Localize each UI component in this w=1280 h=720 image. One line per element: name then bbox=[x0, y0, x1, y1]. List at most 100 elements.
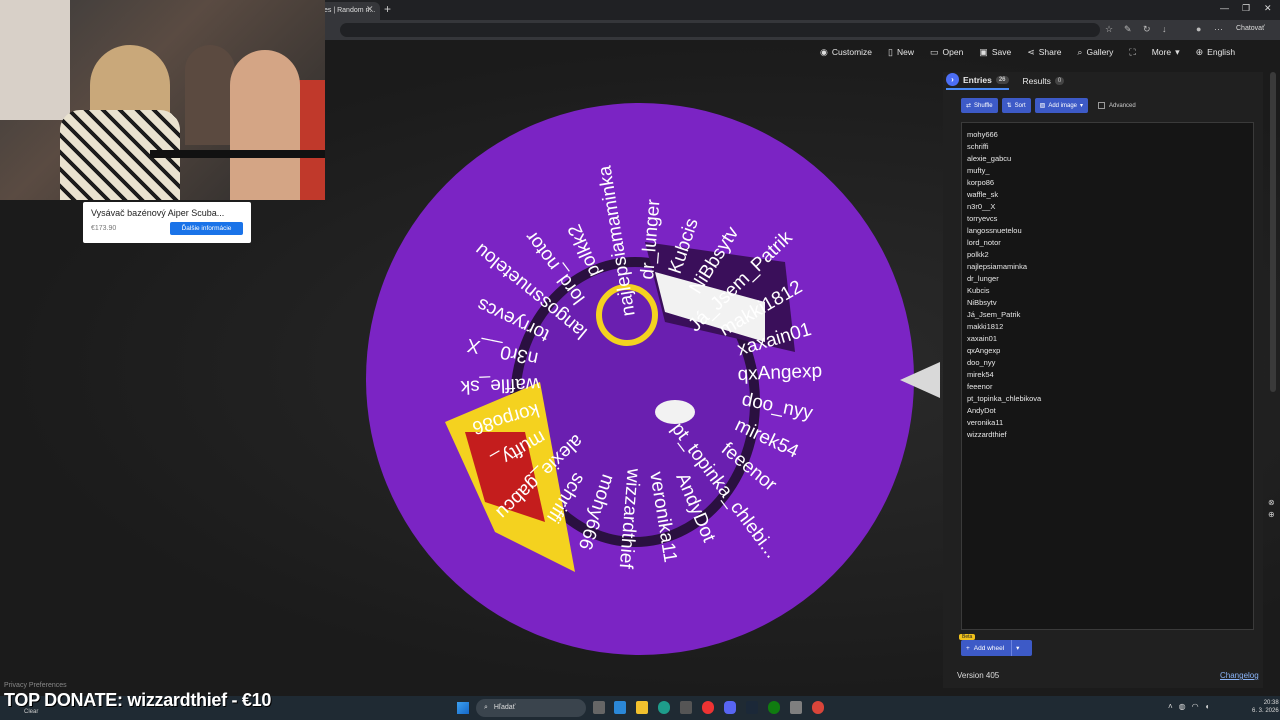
shuffle-label: Shuffle bbox=[974, 102, 993, 109]
divider bbox=[1011, 640, 1013, 656]
new-label: New bbox=[896, 47, 914, 57]
customize-label: Customize bbox=[831, 47, 873, 57]
entry-line: korpo86 bbox=[967, 178, 995, 187]
checkbox-icon[interactable] bbox=[1098, 102, 1106, 109]
advanced-checkbox[interactable]: Advanced bbox=[1098, 98, 1136, 113]
entry-line: Já_Jsem_Patrik bbox=[967, 310, 1021, 319]
wheel-label: waffle_sk bbox=[460, 373, 541, 397]
fullscreen-button[interactable]: ⛶ bbox=[1129, 45, 1135, 59]
taskbar-search[interactable]: ⌕ Hľadať bbox=[476, 699, 586, 717]
search-icon: ⌕ bbox=[484, 704, 488, 711]
shuffle-icon: ⇄ bbox=[966, 103, 972, 109]
add-wheel-button[interactable]: + Add wheel ▾ bbox=[961, 640, 1032, 656]
menu-dots-icon[interactable]: ⋯ bbox=[1214, 24, 1223, 35]
close-tab-icon[interactable]: ✕ bbox=[366, 4, 374, 15]
chrome-icon[interactable] bbox=[812, 701, 824, 714]
add-image-label: Add image bbox=[1048, 102, 1078, 109]
wifi-icon[interactable]: ◠ bbox=[1192, 702, 1199, 711]
edge-icon[interactable] bbox=[658, 701, 670, 714]
share-label: Share bbox=[1038, 47, 1062, 57]
share-button[interactable]: ⋖ Share bbox=[1027, 45, 1061, 59]
entry-line: mirek54 bbox=[967, 370, 994, 379]
entry-line: qxAngexp bbox=[967, 346, 1001, 355]
close-window-icon[interactable]: ✕ bbox=[1264, 3, 1272, 14]
wheel-graphic[interactable]: mohy666schriffialexie_gabcumufty_korpo86… bbox=[365, 102, 915, 657]
customize-button[interactable]: ◉ Customize bbox=[820, 45, 872, 59]
gallery-label: Gallery bbox=[1086, 47, 1114, 57]
discord-icon[interactable] bbox=[724, 701, 736, 714]
close-icon[interactable]: ⊗ bbox=[1268, 497, 1278, 509]
entries-textarea[interactable]: mohy666 schriffi alexie_gabcu mufty_ korpo86… bbox=[961, 122, 1254, 630]
file-explorer-icon[interactable] bbox=[636, 701, 648, 714]
sort-button[interactable]: ⇅ Sort bbox=[1001, 98, 1031, 113]
opera-icon[interactable] bbox=[702, 701, 714, 714]
windows-start-icon[interactable] bbox=[457, 702, 469, 714]
star-icon[interactable]: ☆ bbox=[1105, 24, 1113, 35]
taskbar-clock[interactable]: 20:38 6. 3. 2026 bbox=[1252, 699, 1279, 715]
entry-line: NiBbsytv bbox=[967, 298, 997, 307]
extension-icon[interactable]: ✎ bbox=[1124, 24, 1132, 35]
address-bar[interactable] bbox=[340, 23, 1100, 37]
new-button[interactable]: ▯ New bbox=[888, 45, 914, 59]
entry-line: schriffi bbox=[967, 142, 989, 151]
app-menu: ◉ Customize ▯ New ▭ Open ▣ Save ⋖ Share ⌕ Gall… bbox=[820, 45, 1235, 59]
page-scrollbar[interactable] bbox=[1270, 72, 1276, 392]
sort-icon: ⇅ bbox=[1006, 103, 1012, 109]
entry-line: pt_topinka_chlebikova bbox=[967, 394, 1042, 403]
advanced-label: Advanced bbox=[1109, 102, 1136, 109]
add-image-button[interactable]: ▨ Add image ▾ bbox=[1034, 98, 1089, 113]
tab-entries[interactable]: › Entries 26 bbox=[946, 73, 1009, 90]
entry-line: n3r0__X bbox=[967, 202, 996, 211]
volume-icon[interactable]: ◖ bbox=[1205, 702, 1210, 711]
entry-line: mufty_ bbox=[967, 166, 990, 175]
tab-results[interactable]: Results 0 bbox=[1023, 74, 1065, 90]
wheel[interactable]: mohy666 schriffi alexie_gabcu mufty_ korpo86… bbox=[365, 102, 915, 657]
sidebar-tabs: › Entries 26 Results 0 bbox=[946, 73, 1065, 90]
plus-icon[interactable]: ⊕ bbox=[1268, 509, 1278, 521]
more-button[interactable]: More ▾ bbox=[1152, 45, 1180, 59]
notepad-icon[interactable] bbox=[790, 701, 802, 714]
shuffle-button[interactable]: ⇄ Shuffle bbox=[961, 98, 998, 113]
maximize-icon[interactable]: ❐ bbox=[1242, 3, 1250, 14]
open-button[interactable]: ▭ Open bbox=[930, 45, 963, 59]
save-button[interactable]: ▣ Save bbox=[979, 45, 1011, 59]
download-icon[interactable]: ↓ bbox=[1162, 24, 1167, 34]
gallery-button[interactable]: ⌕ Gallery bbox=[1077, 45, 1113, 59]
entry-line: Kubcis bbox=[967, 286, 990, 295]
copilot-icon[interactable] bbox=[614, 701, 626, 714]
entries-count-badge: 26 bbox=[995, 75, 1009, 84]
clock-time: 20:38 bbox=[1263, 700, 1279, 706]
minimize-icon[interactable]: — bbox=[1220, 3, 1229, 13]
folder-icon: ▭ bbox=[929, 46, 939, 57]
taskbar-search-label: Hľadať bbox=[493, 704, 516, 711]
changelog-link[interactable]: Changelog bbox=[1220, 671, 1259, 680]
ad-more-info-button[interactable]: Ďalšie informácie bbox=[170, 222, 243, 235]
system-tray: ˄ ◍ ◠ ◖ bbox=[1168, 702, 1209, 711]
store-icon[interactable] bbox=[680, 701, 692, 714]
chevron-down-icon: ▾ bbox=[1080, 103, 1084, 109]
entries-actions: ⇄ Shuffle ⇅ Sort ▨ Add image ▾ Advanced bbox=[961, 98, 1136, 113]
chevron-up-icon[interactable]: ˄ bbox=[1168, 702, 1173, 711]
network-icon[interactable]: ◍ bbox=[1179, 702, 1186, 711]
ad-banner[interactable]: Vysávač bazénový Aiper Scuba... €173.90 … bbox=[83, 202, 251, 243]
new-tab-icon[interactable]: + bbox=[384, 2, 391, 16]
privacy-preferences-link[interactable]: Privacy Preferences bbox=[4, 682, 67, 689]
steam-icon[interactable] bbox=[746, 701, 758, 714]
refresh-icon[interactable]: ↻ bbox=[1143, 24, 1151, 35]
save-icon: ▣ bbox=[979, 46, 988, 57]
chevron-right-icon[interactable]: › bbox=[946, 73, 959, 86]
chevron-down-icon[interactable]: ▾ bbox=[1016, 644, 1019, 652]
open-label: Open bbox=[942, 47, 964, 57]
weather-label: Clear bbox=[24, 709, 39, 715]
palette-icon: ◉ bbox=[820, 46, 828, 57]
entry-line: makki1812 bbox=[967, 322, 1004, 331]
screen: es | Random n... ✕ + — ❐ ✕ ☆ ✎ ↻ ↓ ● ⋯ C… bbox=[0, 0, 1280, 720]
task-view-icon[interactable] bbox=[593, 701, 605, 714]
entry-line: alexie_gabcu bbox=[967, 154, 1012, 163]
add-wheel-label: Add wheel bbox=[973, 644, 1005, 652]
language-button[interactable]: ⊕ English bbox=[1196, 45, 1235, 59]
xbox-icon[interactable] bbox=[768, 701, 780, 714]
profile-icon[interactable]: ● bbox=[1196, 24, 1201, 34]
chat-button[interactable]: Chatovať bbox=[1236, 25, 1265, 32]
webcam-microphone bbox=[150, 150, 325, 158]
